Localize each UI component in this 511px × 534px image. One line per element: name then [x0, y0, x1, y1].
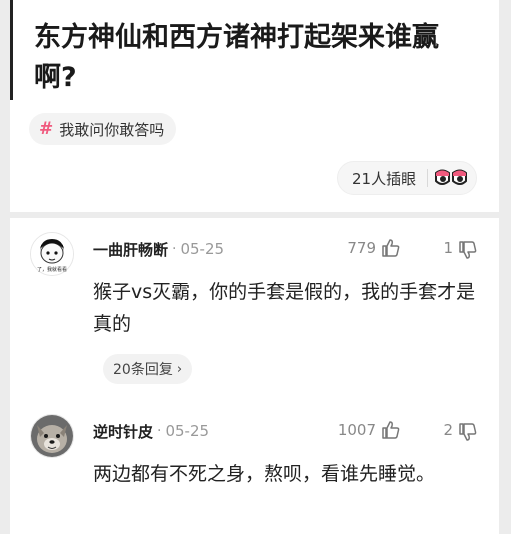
- meta-separator: ·: [172, 241, 177, 257]
- thumbs-up-icon[interactable]: [381, 420, 401, 440]
- comment-meta: 逆时针皮 · 05-25: [93, 420, 209, 442]
- comment-item: 逆时针皮 · 05-25 1007 2 两边都有不死之身，熬呗，看谁先睡觉。: [10, 400, 499, 534]
- topic-tag-label: 我敢问你敢答吗: [59, 120, 165, 139]
- thumbs-down-icon[interactable]: [458, 422, 478, 442]
- comment-date: 05-25: [165, 422, 210, 440]
- comment-text: 猴子vs灭霸，你的手套是假的，我的手套才是真的: [93, 281, 476, 335]
- comment-username[interactable]: 逆时针皮: [93, 421, 153, 442]
- thumbs-down-icon[interactable]: [458, 240, 478, 260]
- comment-list: 了，我就看看 一曲肝畅断 · 05-25 779 1 猴子vs灭霸，你的手套是假…: [10, 218, 499, 534]
- comment-text: 两边都有不死之身，熬呗，看谁先睡觉。: [93, 463, 436, 485]
- replies-button[interactable]: 20条回复 ›: [103, 354, 193, 384]
- dislike-count: 1: [443, 239, 453, 257]
- dislike-count: 2: [443, 421, 453, 439]
- follow-button[interactable]: 21人插眼: [337, 161, 477, 195]
- follow-count-label: 21人插眼: [352, 169, 417, 188]
- comment-username[interactable]: 一曲肝畅断: [93, 239, 168, 260]
- like-count: 1007: [337, 421, 376, 439]
- title-accent-bar: [10, 0, 13, 100]
- avatar-caption: 了，我就看看: [36, 267, 67, 273]
- meta-separator: ·: [157, 423, 162, 439]
- topic-tag[interactable]: # 我敢问你敢答吗: [29, 113, 177, 145]
- comment-item: 了，我就看看 一曲肝畅断 · 05-25 779 1 猴子vs灭霸，你的手套是假…: [10, 218, 499, 398]
- avatar[interactable]: [30, 414, 74, 458]
- divider: [427, 169, 428, 187]
- eyes-icon: [435, 169, 467, 185]
- hash-icon: #: [39, 119, 54, 139]
- comment-meta: 一曲肝畅断 · 05-25: [93, 238, 224, 260]
- dog-face-icon: [31, 415, 73, 457]
- like-count: 779: [347, 239, 376, 257]
- chevron-right-icon: ›: [176, 361, 183, 377]
- post-title: 东方神仙和西方诸神打起架来谁赢啊?: [34, 22, 439, 93]
- comment-date: 05-25: [180, 240, 225, 258]
- thumbs-up-icon[interactable]: [381, 238, 401, 258]
- replies-count-label: 20条回复: [113, 362, 173, 378]
